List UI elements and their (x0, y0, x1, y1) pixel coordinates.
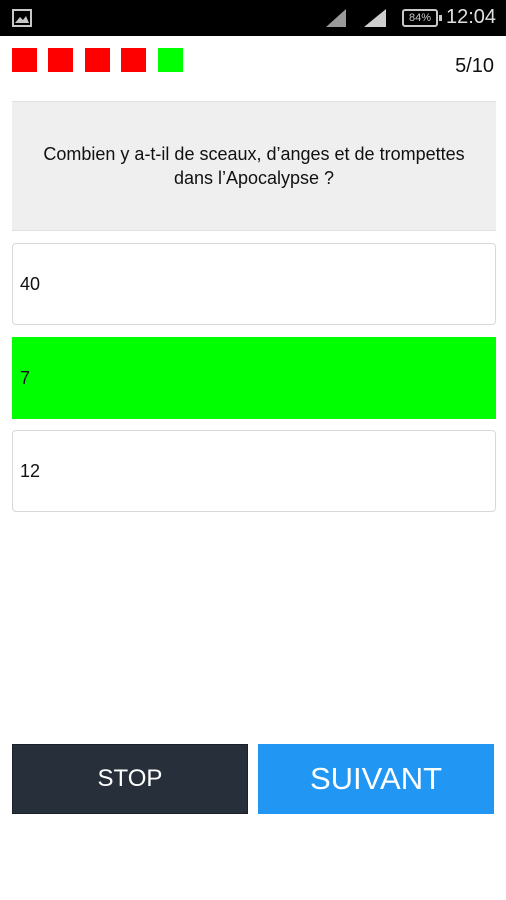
answer-option-correct[interactable]: 7 (12, 337, 496, 419)
battery-icon: 84% (402, 9, 442, 27)
question-counter: 5/10 (455, 55, 494, 77)
answer-label: 7 (20, 367, 31, 388)
answer-label: 12 (20, 460, 41, 481)
answer-label: 40 (20, 273, 41, 294)
signal-icon (326, 9, 346, 27)
result-indicator (158, 48, 183, 72)
answer-option[interactable]: 12 (12, 430, 496, 512)
answer-option[interactable]: 40 (12, 243, 496, 325)
result-indicator (121, 48, 146, 72)
progress-bar: 5/10 (0, 36, 506, 86)
next-button[interactable]: SUIVANT (258, 744, 494, 814)
question-text: Combien y a-t-il de sceaux, d’anges et d… (43, 144, 465, 188)
clock: 12:04 (446, 6, 497, 28)
signal-icon (364, 9, 386, 27)
gallery-icon (12, 9, 32, 27)
status-bar: 84% 12:04 (0, 0, 506, 36)
battery-level: 84% (408, 12, 432, 24)
result-indicator (12, 48, 37, 72)
question-box: Combien y a-t-il de sceaux, d’anges et d… (12, 101, 496, 231)
result-indicator (85, 48, 110, 72)
result-indicator (48, 48, 73, 72)
stop-button[interactable]: STOP (12, 744, 248, 814)
